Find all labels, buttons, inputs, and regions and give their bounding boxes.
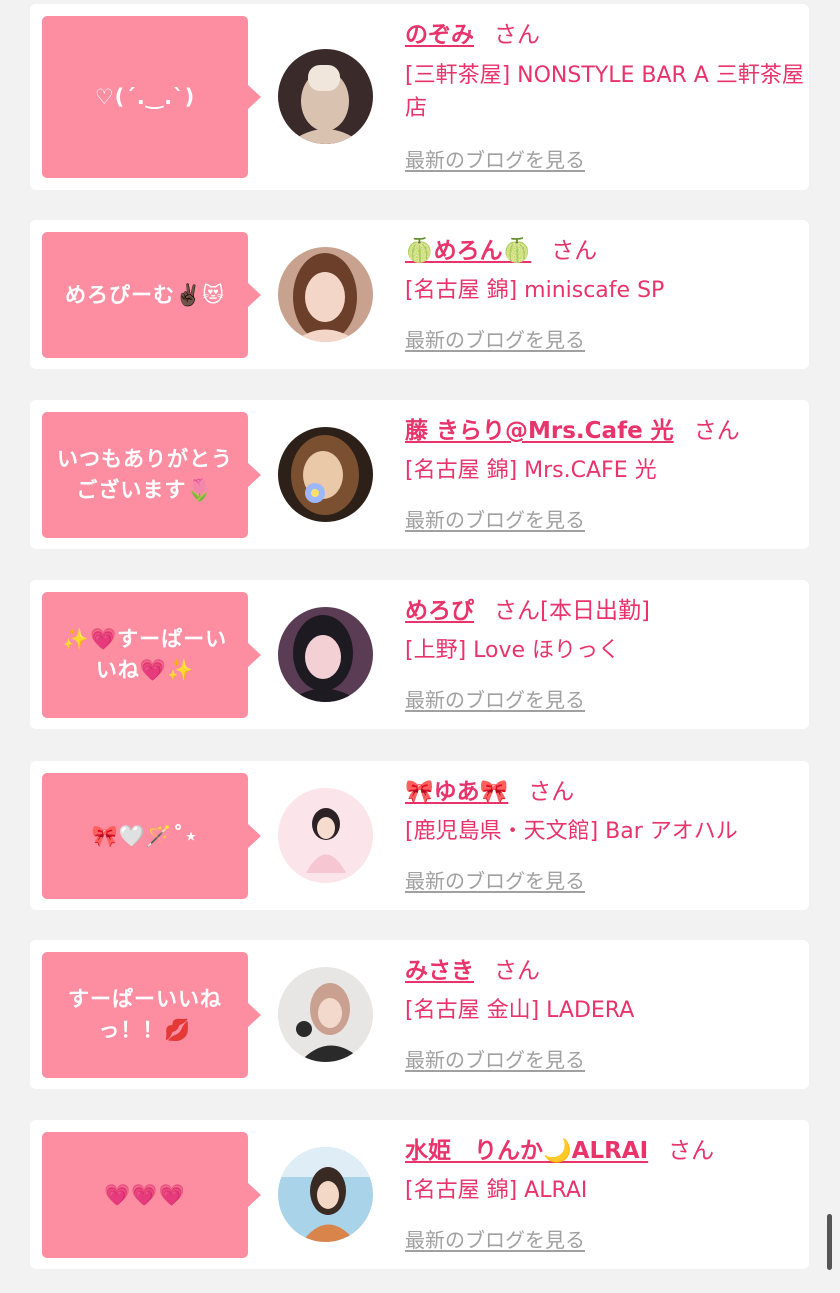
cast-name-link[interactable]: 藤 きらり@Mrs.Cafe 光 bbox=[405, 418, 674, 444]
message-text: めろぴーむ✌🏿😻 bbox=[64, 282, 226, 307]
avatar-image bbox=[278, 967, 373, 1062]
latest-blog-link[interactable]: 最新のブログを見る bbox=[405, 1046, 585, 1074]
avatar-image bbox=[278, 427, 373, 522]
avatar[interactable] bbox=[278, 1147, 373, 1242]
honorific: さん bbox=[551, 238, 598, 264]
shop-name: [名古屋 錦] ALRAI bbox=[405, 1178, 588, 1203]
avatar[interactable] bbox=[278, 607, 373, 702]
name-row: 水姫 りんか🌙ALRAI さん bbox=[405, 1134, 714, 1168]
avatar[interactable] bbox=[278, 427, 373, 522]
message-bubble: いつもありがとうございます🌷 bbox=[42, 412, 261, 538]
avatar-image bbox=[278, 607, 373, 702]
message-text: ♡(ˊ.‿.ˋ) bbox=[94, 84, 196, 109]
shop-name: [鹿児島県・天文館] Bar アオハル bbox=[405, 819, 738, 844]
shop-name: [上野] Love ほりっく bbox=[405, 638, 621, 663]
name-row: 🍈めろん🍈 さん bbox=[405, 234, 597, 268]
list-item: 💗💗💗 水姫 りんか🌙ALRAI さん [名古屋 錦] ALRAI 最新のブログを… bbox=[30, 1120, 809, 1269]
latest-blog-link[interactable]: 最新のブログを見る bbox=[405, 867, 585, 895]
list-item: 🎀🤍🪄˚⋆ 🎀ゆあ🎀 さん [鹿児島県・天文館] Bar アオハル 最新のブログを… bbox=[30, 761, 809, 910]
message-text: ✨💗すーぱーいいね💗✨ bbox=[62, 627, 228, 682]
honorific: さん bbox=[494, 22, 540, 48]
message-bubble: めろぴーむ✌🏿😻 bbox=[42, 232, 261, 358]
cast-name-link[interactable]: みさき bbox=[405, 958, 474, 984]
latest-blog-link[interactable]: 最新のブログを見る bbox=[405, 506, 585, 534]
honorific: さん[本日出勤] bbox=[494, 598, 650, 624]
avatar[interactable] bbox=[278, 49, 373, 144]
shop-name: [名古屋 錦] miniscafe SP bbox=[405, 278, 665, 303]
avatar[interactable] bbox=[278, 967, 373, 1062]
latest-blog-link[interactable]: 最新のブログを見る bbox=[405, 326, 585, 354]
latest-blog-link[interactable]: 最新のブログを見る bbox=[405, 686, 585, 714]
avatar-image bbox=[278, 1147, 373, 1242]
shop-name: [名古屋 錦] Mrs.CAFE 光 bbox=[405, 458, 657, 483]
list-item: めろぴーむ✌🏿😻 🍈めろん🍈 さん [名古屋 錦] miniscafe SP 最新… bbox=[30, 220, 809, 369]
message-bubble: 💗💗💗 bbox=[42, 1132, 261, 1258]
shop-name: [名古屋 金山] LADERA bbox=[405, 998, 635, 1023]
cast-name-link[interactable]: めろぴ bbox=[405, 598, 474, 624]
message-bubble: ✨💗すーぱーいいね💗✨ bbox=[42, 592, 261, 718]
avatar-image bbox=[278, 247, 373, 342]
honorific: さん bbox=[528, 779, 575, 805]
message-text: 🎀🤍🪄˚⋆ bbox=[91, 823, 199, 848]
avatar-image bbox=[278, 788, 373, 883]
cast-name-link[interactable]: のぞみ bbox=[405, 22, 474, 48]
message-bubble: ♡(ˊ.‿.ˋ) bbox=[42, 16, 261, 178]
message-bubble: 🎀🤍🪄˚⋆ bbox=[42, 773, 261, 899]
name-row: のぞみ さん bbox=[405, 18, 540, 52]
avatar-image bbox=[278, 49, 373, 144]
message-text: すーぱーいいねっ！！💋 bbox=[68, 987, 222, 1042]
name-row: 藤 きらり@Mrs.Cafe 光さん bbox=[405, 414, 740, 448]
list-item: すーぱーいいねっ！！💋 みさき さん [名古屋 金山] LADERA 最新のブログ… bbox=[30, 940, 809, 1089]
list-item: いつもありがとうございます🌷 藤 きらり@Mrs.Cafe 光さん [名古屋 錦… bbox=[30, 400, 809, 549]
honorific: さん bbox=[494, 958, 540, 984]
message-text: いつもありがとうございます🌷 bbox=[57, 447, 233, 502]
name-row: めろぴ さん[本日出勤] bbox=[405, 594, 650, 628]
message-bubble: すーぱーいいねっ！！💋 bbox=[42, 952, 261, 1078]
shop-name: [三軒茶屋] NONSTYLE BAR A 三軒茶屋店 bbox=[405, 63, 804, 121]
list-item: ♡(ˊ.‿.ˋ) のぞみ さん [三軒茶屋] NONSTYLE BAR A 三軒茶… bbox=[30, 4, 809, 190]
latest-blog-link[interactable]: 最新のブログを見る bbox=[405, 1226, 585, 1254]
message-text: 💗💗💗 bbox=[104, 1182, 186, 1207]
avatar[interactable] bbox=[278, 247, 373, 342]
name-row: 🎀ゆあ🎀 さん bbox=[405, 775, 574, 809]
cast-name-link[interactable]: 🎀ゆあ🎀 bbox=[405, 779, 508, 805]
list-item: ✨💗すーぱーいいね💗✨ めろぴ さん[本日出勤] [上野] Love ほりっく 最… bbox=[30, 580, 809, 729]
latest-blog-link[interactable]: 最新のブログを見る bbox=[405, 146, 585, 174]
scrollbar[interactable] bbox=[827, 1214, 832, 1270]
cast-name-link[interactable]: 🍈めろん🍈 bbox=[405, 238, 531, 264]
honorific: さん bbox=[693, 418, 740, 444]
avatar[interactable] bbox=[278, 788, 373, 883]
honorific: さん bbox=[668, 1138, 715, 1164]
name-row: みさき さん bbox=[405, 954, 540, 988]
cast-name-link[interactable]: 水姫 りんか🌙ALRAI bbox=[405, 1138, 648, 1164]
